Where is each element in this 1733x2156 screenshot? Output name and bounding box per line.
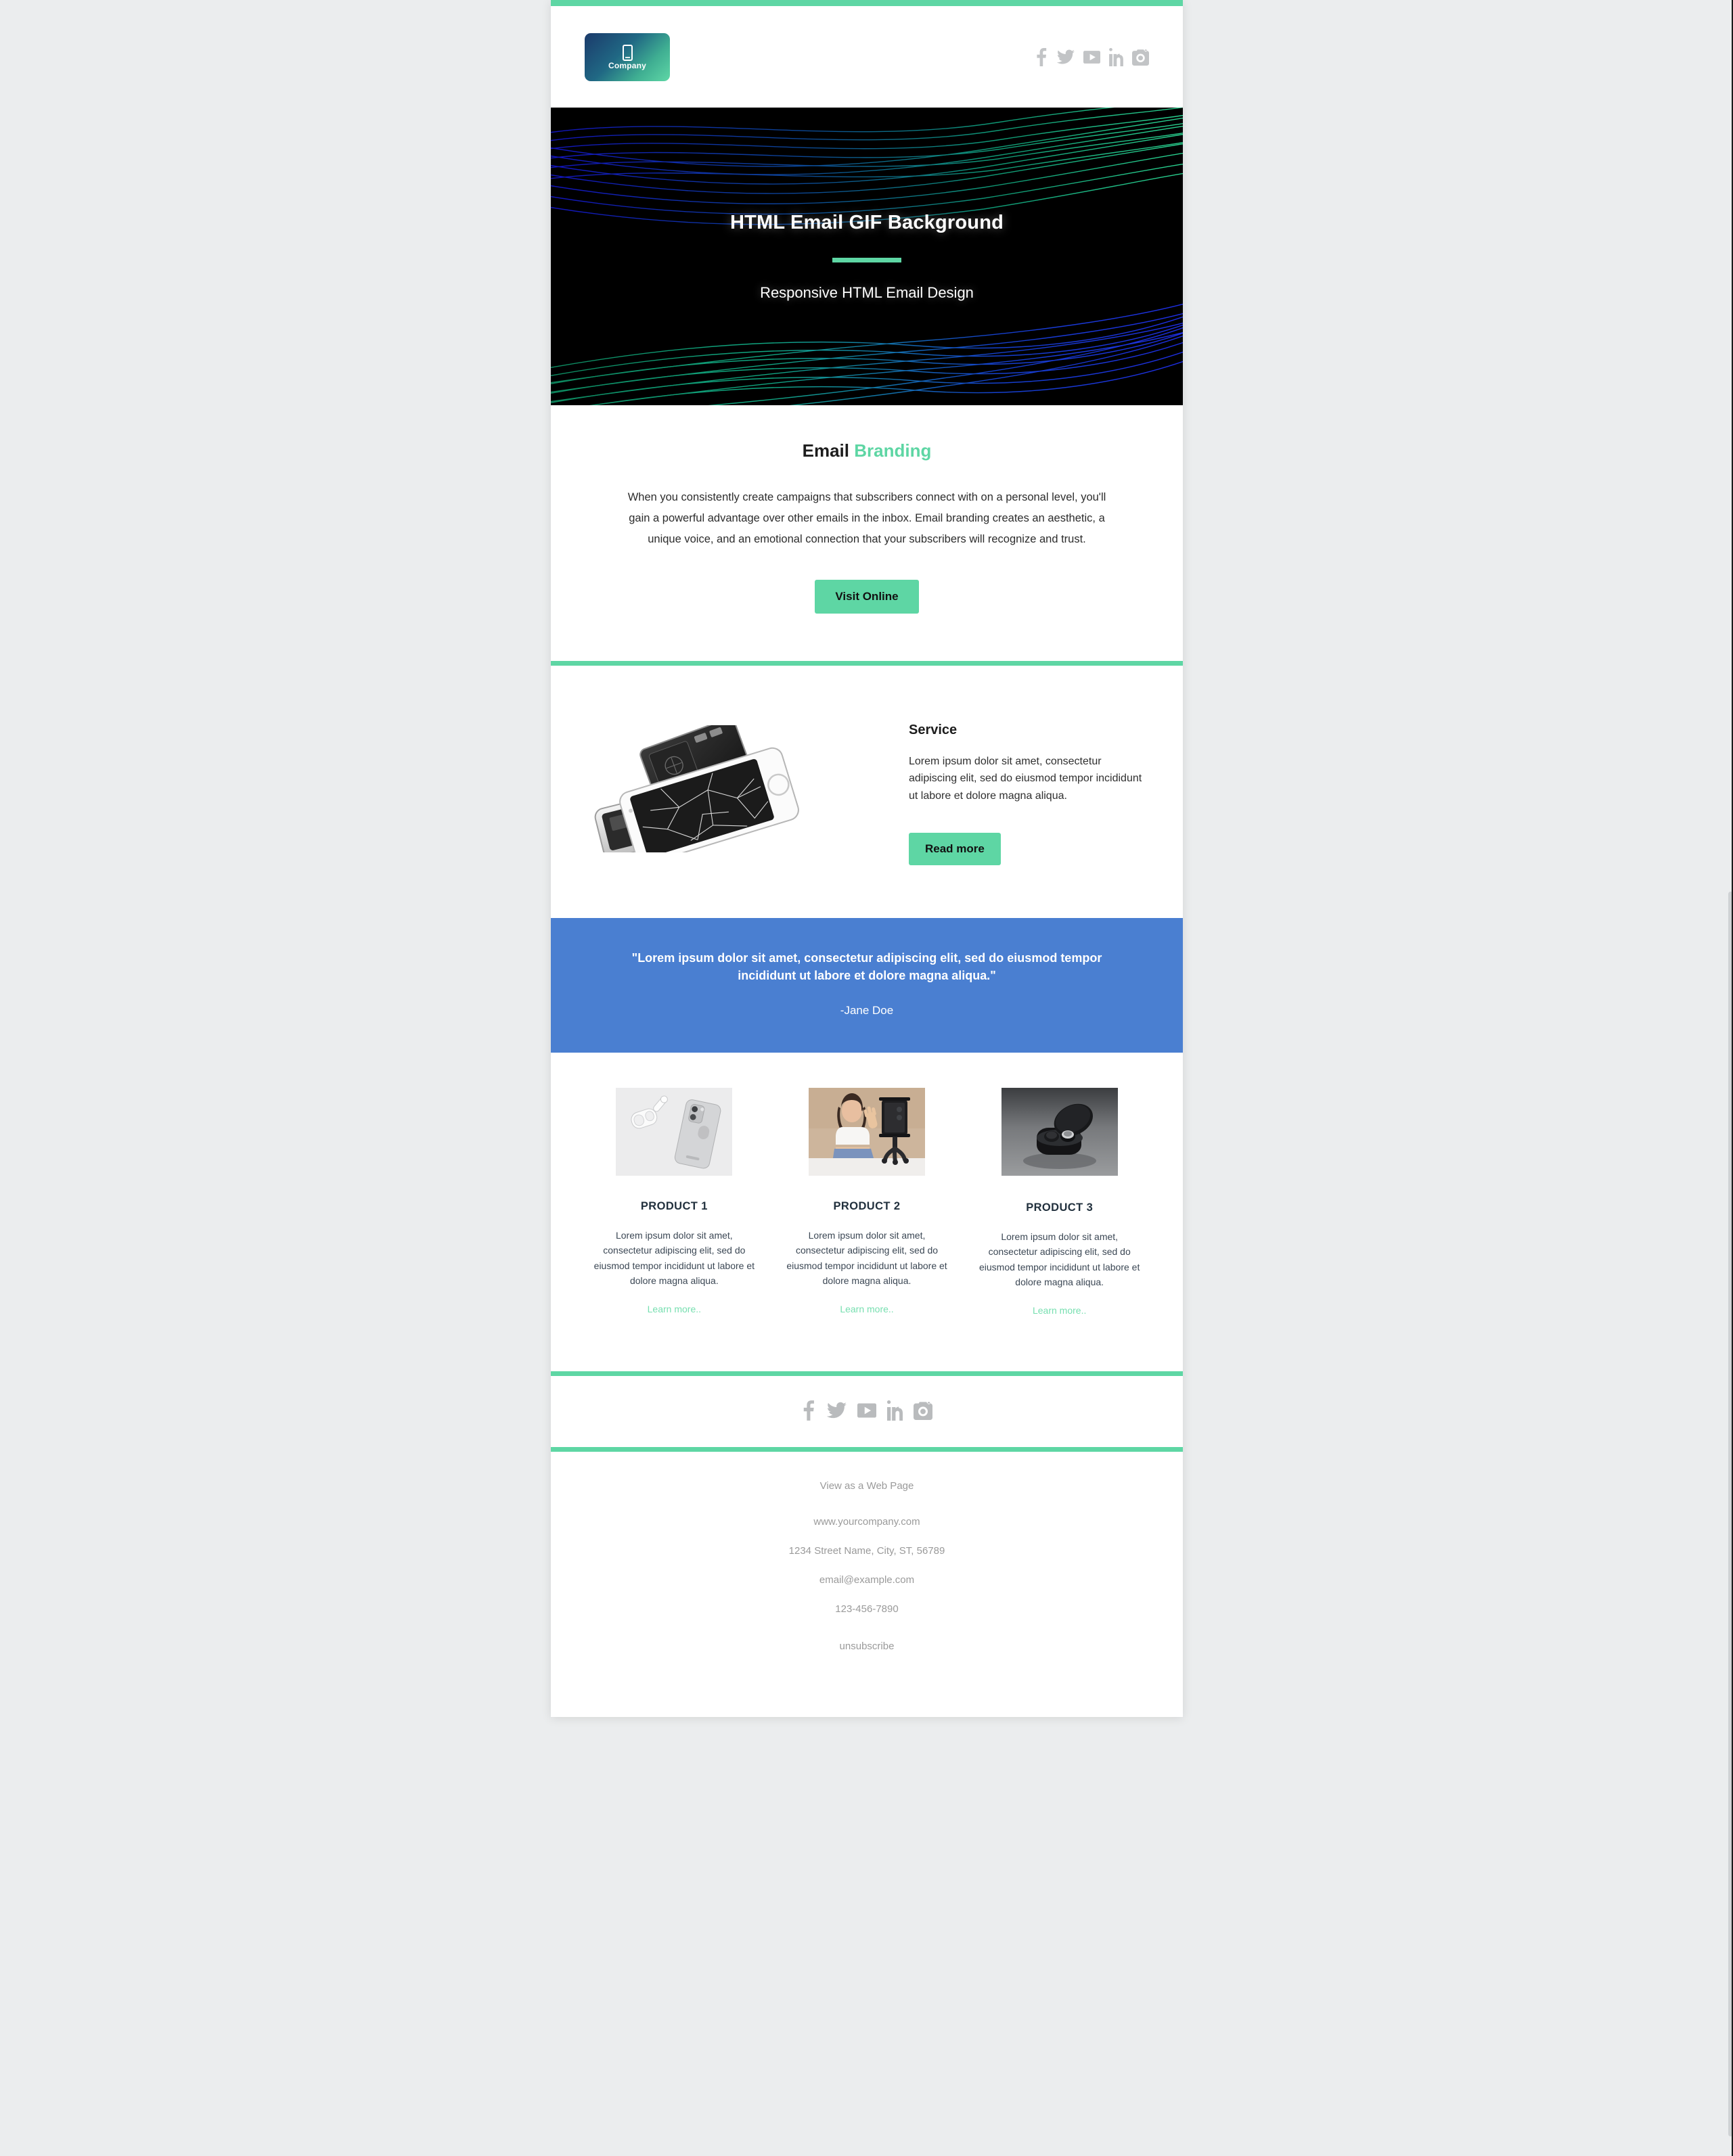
- hero-subtitle: Responsive HTML Email Design: [760, 283, 974, 301]
- email-header: Company: [551, 6, 1183, 108]
- facebook-icon[interactable]: [801, 1400, 816, 1424]
- company-logo[interactable]: Company: [585, 32, 670, 81]
- service-title: Service: [909, 723, 958, 738]
- product-1-image: [616, 1088, 733, 1176]
- instagram-icon[interactable]: [1132, 49, 1149, 66]
- linkedin-icon[interactable]: [887, 1400, 903, 1424]
- hero-title: HTML Email GIF Background: [729, 211, 1004, 233]
- footer-bottom-divider: [551, 1446, 1183, 1452]
- testimonial-author: -Jane Doe: [840, 1004, 894, 1017]
- branding-title-accent: Branding: [854, 440, 932, 461]
- wireless-earbuds-case-icon: [1001, 1088, 1118, 1176]
- youtube-icon[interactable]: [857, 1401, 876, 1423]
- company-email-link[interactable]: email@example.com: [551, 1574, 1183, 1586]
- hero-divider-rule: [832, 257, 901, 262]
- service-text-block: Service Lorem ipsum dolor sit amet, cons…: [893, 702, 1149, 865]
- testimonial-section: "Lorem ipsum dolor sit amet, consectetur…: [551, 917, 1183, 1053]
- products-section: PRODUCT 1 Lorem ipsum dolor sit amet, co…: [551, 1053, 1183, 1348]
- service-section: Service Lorem ipsum dolor sit amet, cons…: [551, 666, 1183, 918]
- product-3-body: Lorem ipsum dolor sit amet, consectetur …: [979, 1231, 1140, 1288]
- testimonial-quote: "Lorem ipsum dolor sit amet, consectetur…: [631, 950, 1102, 983]
- product-2-image: [809, 1088, 925, 1176]
- products-footer-gap: [551, 1348, 1183, 1371]
- service-image: [585, 702, 893, 853]
- footer-contact-info: View as a Web Page www.yourcompany.com 1…: [551, 1451, 1183, 1717]
- visit-online-button[interactable]: Visit Online: [815, 580, 919, 614]
- product-card-2: PRODUCT 2 Lorem ipsum dolor sit amet, co…: [771, 1088, 964, 1317]
- company-address: 1234 Street Name, City, ST, 56789: [788, 1544, 945, 1557]
- product-2-body: Lorem ipsum dolor sit amet, consectetur …: [786, 1230, 947, 1287]
- company-logo-label: Company: [608, 60, 647, 70]
- email-template-card: Company HTML Email GIF Background Respon…: [551, 0, 1183, 1717]
- youtube-icon[interactable]: [1083, 49, 1100, 66]
- product-3-learn-more-link[interactable]: Learn more..: [1033, 1305, 1086, 1316]
- page-scrollbar[interactable]: [1728, 0, 1733, 2156]
- twitter-icon[interactable]: [826, 1400, 847, 1424]
- footer-top-divider: [551, 1371, 1183, 1376]
- company-website-link[interactable]: www.yourcompany.com: [551, 1516, 1183, 1528]
- product-2-learn-more-link[interactable]: Learn more..: [840, 1304, 893, 1314]
- service-body-text: Lorem ipsum dolor sit amet, consectetur …: [909, 756, 1142, 802]
- product-card-3: PRODUCT 3 Lorem ipsum dolor sit amet, co…: [963, 1088, 1156, 1317]
- product-2-title: PRODUCT 2: [833, 1200, 901, 1213]
- company-phone: 123-456-7890: [835, 1603, 899, 1615]
- branding-section: Email Branding When you consistently cre…: [551, 405, 1183, 662]
- unsubscribe-link[interactable]: unsubscribe: [551, 1641, 1183, 1652]
- branding-title-plain: Email: [802, 440, 850, 461]
- branding-title: Email Branding: [618, 440, 1115, 461]
- header-social-links: [1035, 47, 1149, 66]
- product-3-image: [1001, 1088, 1118, 1176]
- twitter-icon[interactable]: [1057, 48, 1075, 66]
- mobile-phone-icon: [622, 44, 633, 61]
- instagram-icon[interactable]: [914, 1401, 932, 1423]
- product-card-1: PRODUCT 1 Lorem ipsum dolor sit amet, co…: [578, 1088, 771, 1317]
- linkedin-icon[interactable]: [1109, 47, 1123, 66]
- product-1-title: PRODUCT 1: [640, 1200, 708, 1213]
- branding-service-divider: [551, 661, 1183, 666]
- product-1-body: Lorem ipsum dolor sit amet, consectetur …: [593, 1230, 755, 1287]
- branding-body-text: When you consistently create campaigns t…: [627, 491, 1106, 546]
- read-more-button[interactable]: Read more: [909, 832, 1001, 865]
- product-1-learn-more-link[interactable]: Learn more..: [648, 1304, 701, 1314]
- view-as-web-page-link[interactable]: View as a Web Page: [551, 1480, 1183, 1492]
- product-3-title: PRODUCT 3: [1026, 1201, 1094, 1214]
- woman-filming-tripod-icon: [809, 1088, 925, 1176]
- hero-banner: HTML Email GIF Background Responsive HTM…: [551, 108, 1183, 405]
- top-accent-bar: [551, 0, 1183, 6]
- footer-social-links: [551, 1375, 1183, 1447]
- broken-smartphone-icon: [594, 725, 799, 853]
- iphone-and-airpods-icon: [616, 1088, 733, 1176]
- facebook-icon[interactable]: [1035, 47, 1048, 66]
